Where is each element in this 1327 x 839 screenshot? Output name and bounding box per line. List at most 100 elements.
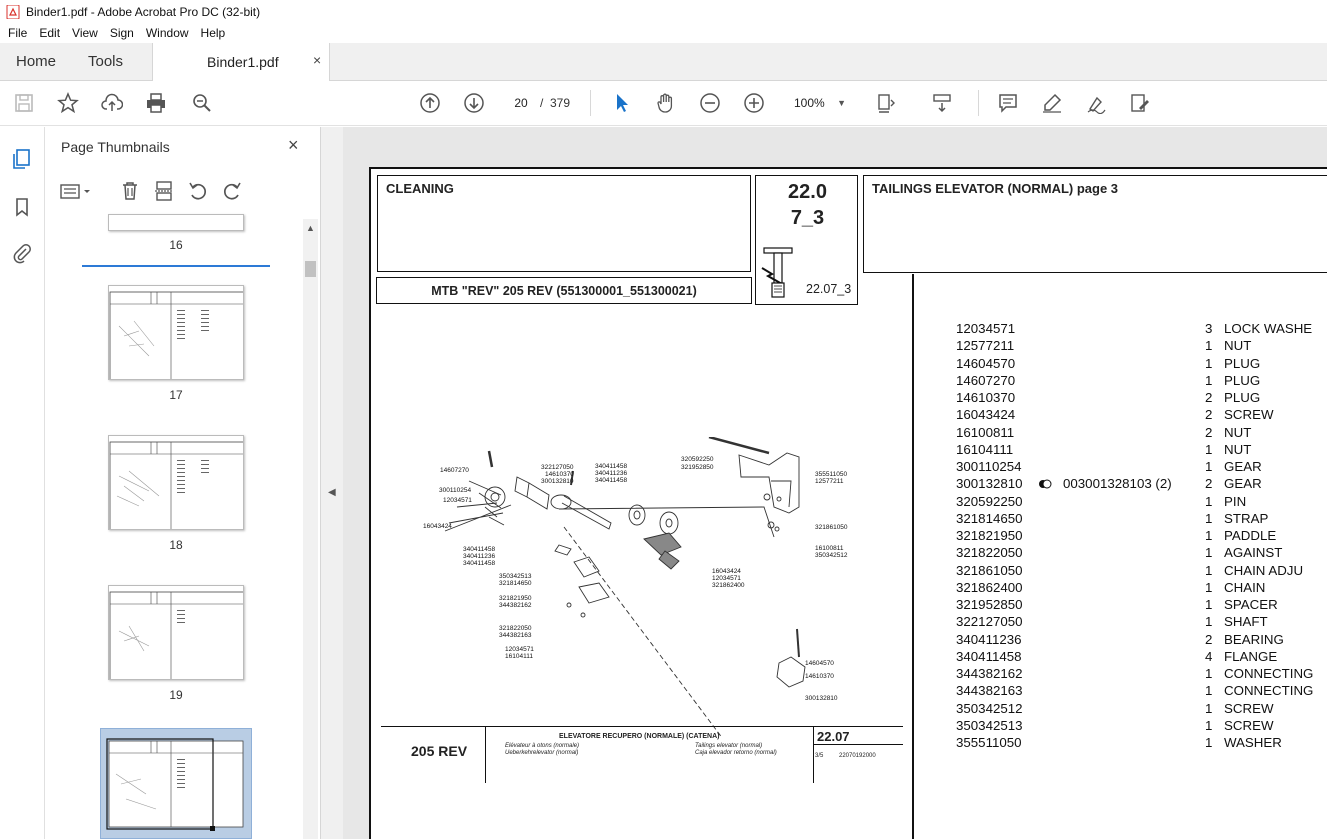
part-description: CHAIN: [1224, 579, 1266, 595]
part-number: 355511050: [956, 735, 1022, 750]
callout-label: 321822050: [499, 625, 532, 632]
parts-row: 340411236 2 BEARING: [956, 632, 1327, 649]
callout-label: 16043424: [423, 523, 452, 530]
callout-label: 14610370: [805, 673, 834, 680]
part-number: 300110254: [956, 459, 1022, 474]
callout-label: 12034571: [712, 575, 741, 582]
page-thumbnail[interactable]: [108, 285, 244, 380]
part-quantity: 2: [1205, 631, 1213, 647]
options-menu-icon[interactable]: [59, 179, 93, 203]
hand-tool-icon[interactable]: [654, 91, 678, 115]
menu-bar: File Edit View Sign Window Help: [0, 23, 1327, 43]
next-page-icon[interactable]: [462, 91, 486, 115]
delete-icon[interactable]: [118, 179, 142, 203]
code-main-1: 22.0: [788, 181, 827, 203]
zoom-search-icon[interactable]: [190, 91, 214, 115]
part-number: 344382163: [956, 683, 1023, 699]
part-description: CONNECTING: [1224, 683, 1314, 699]
collapse-arrow-icon[interactable]: ◀: [328, 487, 336, 498]
menu-edit[interactable]: Edit: [35, 26, 64, 40]
bookmark-star-icon[interactable]: [56, 91, 80, 115]
callout-label: 14607270: [440, 467, 469, 474]
tab-close-icon[interactable]: ×: [313, 52, 321, 68]
thumbnail-scrollbar[interactable]: ▲: [303, 219, 318, 839]
page-number-input[interactable]: [506, 92, 536, 114]
tab-home[interactable]: Home: [16, 43, 56, 81]
callout-label: 16100811: [815, 545, 844, 552]
page-thumbnail[interactable]: [108, 214, 244, 231]
toolbar-divider: [978, 90, 979, 116]
zoom-in-icon[interactable]: [742, 91, 766, 115]
menu-file[interactable]: File: [4, 26, 31, 40]
part-description: FLANGE: [1224, 648, 1278, 664]
upload-cloud-icon[interactable]: [100, 91, 124, 115]
column-divider: [912, 274, 914, 839]
part-quantity: 1: [1205, 441, 1213, 457]
part-description: WASHER: [1224, 735, 1282, 750]
part-description: GEAR: [1224, 476, 1262, 492]
fill-sign-icon[interactable]: [1128, 91, 1152, 115]
page-fit-icon[interactable]: [874, 91, 898, 115]
zoom-select[interactable]: 100% ▼: [786, 91, 852, 115]
part-quantity: 1: [1205, 700, 1213, 716]
part-quantity: 1: [1205, 510, 1213, 526]
menu-window[interactable]: Window: [142, 26, 193, 40]
comment-icon[interactable]: [996, 91, 1020, 115]
extract-pages-icon[interactable]: [152, 179, 176, 203]
part-description: SPACER: [1224, 597, 1278, 612]
select-cursor-icon[interactable]: [610, 91, 634, 115]
part-description: LOCK WASHE: [1224, 321, 1313, 336]
callout-label: 321814650: [499, 580, 532, 587]
rotate-left-icon[interactable]: [186, 179, 210, 203]
close-icon[interactable]: ×: [288, 135, 299, 156]
document-view[interactable]: CLEANING MTB "REV" 205 REV (551300001_55…: [343, 127, 1327, 839]
panel-collapse-strip[interactable]: ◀: [321, 127, 343, 839]
part-number: 321952850: [956, 597, 1023, 612]
page-total: 379: [550, 96, 571, 110]
draw-sign-icon[interactable]: [1084, 91, 1108, 115]
attachments-icon[interactable]: [10, 241, 34, 265]
part-number: 16104111: [956, 441, 1014, 457]
scrollbar-thumb[interactable]: [305, 261, 316, 277]
menu-help[interactable]: Help: [197, 26, 230, 40]
parts-row: 14607270 1 PLUG: [956, 373, 1327, 390]
scroll-mode-icon[interactable]: [930, 91, 954, 115]
thumbnail-label: 16: [169, 238, 183, 252]
rotate-right-icon[interactable]: [220, 179, 244, 203]
zoom-out-icon[interactable]: [698, 91, 722, 115]
menu-sign[interactable]: Sign: [106, 26, 138, 40]
part-quantity: 3: [1205, 321, 1213, 336]
tab-document[interactable]: Binder1.pdf ×: [152, 43, 330, 81]
part-description: GEAR: [1224, 459, 1262, 474]
parts-row: 16043424 2 SCREW: [956, 407, 1327, 424]
page-thumbnail[interactable]: [108, 585, 244, 680]
selected-thumbnail-highlight[interactable]: [100, 728, 252, 839]
part-quantity: 1: [1205, 597, 1213, 612]
part-description: CHAIN ADJU: [1224, 562, 1304, 578]
scroll-up-icon[interactable]: ▲: [306, 223, 315, 233]
bookmarks-icon[interactable]: [10, 195, 34, 219]
menu-view[interactable]: View: [68, 26, 102, 40]
part-quantity: 1: [1205, 683, 1213, 699]
footer-divider: [813, 744, 903, 745]
highlight-pen-icon[interactable]: [1040, 91, 1064, 115]
page-thumbnails-icon[interactable]: [10, 147, 34, 171]
callout-label: 300132810: [541, 478, 574, 485]
part-description: PLUG: [1224, 372, 1261, 388]
part-number: 340411458: [956, 648, 1022, 664]
callout-label: 340411458: [463, 546, 495, 553]
part-number: 14610370: [956, 390, 1016, 405]
part-description: SCREW: [1224, 407, 1274, 423]
parts-row: 321821950 1 PADDLE: [956, 528, 1327, 545]
page-thumbnail[interactable]: [108, 435, 244, 530]
part-number: 16100811: [956, 424, 1015, 440]
tab-tools[interactable]: Tools: [88, 43, 123, 81]
parts-row: 355511050 1 WASHER: [956, 735, 1327, 752]
parts-row: 340411458 4 FLANGE: [956, 649, 1327, 666]
save-icon[interactable]: [12, 91, 36, 115]
thumbnail-preview: [109, 291, 243, 379]
print-icon[interactable]: [144, 91, 168, 115]
part-number: 321822050: [956, 545, 1023, 561]
previous-page-icon[interactable]: [418, 91, 442, 115]
callout-label: 321952850: [681, 464, 714, 471]
